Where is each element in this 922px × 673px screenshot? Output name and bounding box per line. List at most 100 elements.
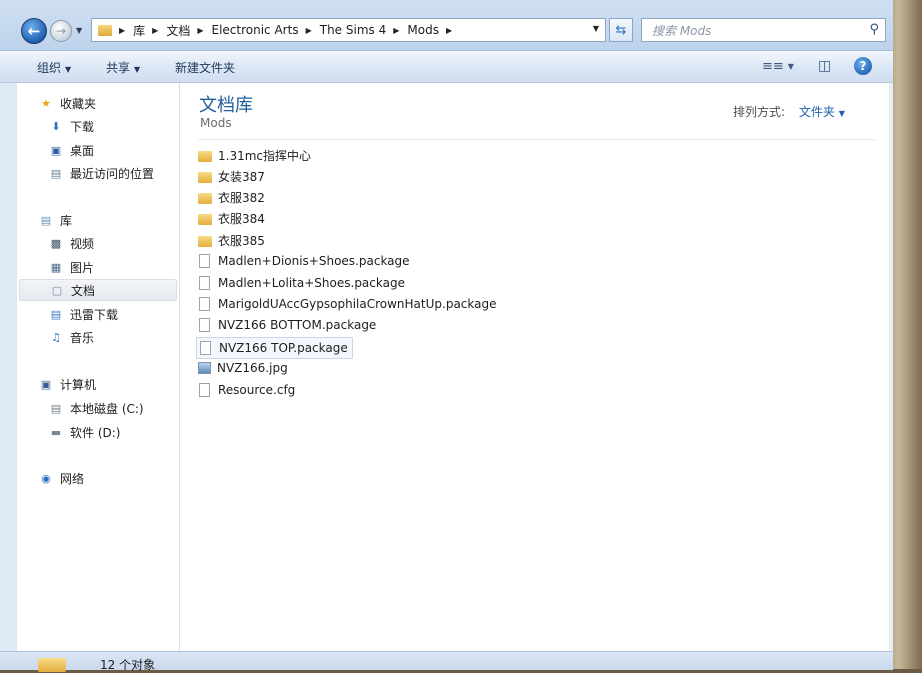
nav-documents[interactable]: ▢ 文档 xyxy=(19,279,177,301)
navigation-pane: ★ 收藏夹 ⬇ 下载 ▣ 桌面 ▤ 最近访问的位置 ▤ 库 ▩ 视频 ▦ 图片 ▢ 文档 ▤ 迅雷… xyxy=(17,83,180,651)
nav-label: 视频 xyxy=(70,236,95,251)
folder-icon xyxy=(98,24,112,36)
search-placeholder: 搜索 Mods xyxy=(652,23,712,38)
scrollbar[interactable] xyxy=(889,83,893,651)
download-icon: ▤ xyxy=(50,307,62,321)
recent-places-icon: ▤ xyxy=(50,166,62,180)
help-button[interactable]: ? xyxy=(854,57,872,75)
file-icon xyxy=(199,383,210,397)
breadcrumb-mods[interactable]: Mods xyxy=(407,23,439,37)
organize-menu[interactable]: 组织 ▼ xyxy=(37,59,71,76)
address-bar[interactable]: ▶ 库 ▶ 文档 ▶ Electronic Arts ▶ The Sims 4 … xyxy=(91,18,606,42)
address-history-dropdown[interactable]: ▼ xyxy=(593,24,599,33)
nav-computer[interactable]: ▣ 计算机 xyxy=(38,373,96,395)
list-item[interactable]: MarigoldUAccGypsophilaCrownHatUp.package xyxy=(198,294,500,314)
breadcrumb-electronic-arts[interactable]: Electronic Arts xyxy=(212,23,299,37)
list-item-selected[interactable]: NVZ166 TOP.package xyxy=(196,337,353,359)
video-icon: ▩ xyxy=(50,236,62,250)
desktop-icon: ▣ xyxy=(50,143,62,157)
file-icon xyxy=(200,341,211,355)
nav-label: 图片 xyxy=(70,260,95,275)
list-item[interactable]: 衣服382 xyxy=(198,187,269,207)
list-item[interactable]: 1.31mc指挥中心 xyxy=(198,145,315,165)
arrow-left-icon: ← xyxy=(27,22,41,40)
nav-label: 最近访问的位置 xyxy=(70,166,155,181)
list-item[interactable]: Madlen+Lolita+Shoes.package xyxy=(198,273,409,293)
breadcrumb-library[interactable]: 库 xyxy=(133,22,145,39)
hard-drive-icon: ▤ xyxy=(50,401,62,415)
nav-label: 音乐 xyxy=(70,330,95,345)
recent-pages-dropdown[interactable]: ▼ xyxy=(76,26,82,35)
nav-xunlei-downloads[interactable]: ▤ 迅雷下载 xyxy=(48,303,118,325)
chevron-right-icon[interactable]: ▶ xyxy=(152,26,158,35)
preview-pane-button[interactable]: ◫ xyxy=(818,57,831,75)
view-list-icon: ≡≡ xyxy=(762,58,784,74)
folder-icon xyxy=(198,213,212,225)
nav-disk-d[interactable]: ▬ 软件 (D:) xyxy=(48,421,121,443)
breadcrumb-documents[interactable]: 文档 xyxy=(166,22,190,39)
file-name: 衣服382 xyxy=(218,190,265,205)
nav-label: 桌面 xyxy=(70,143,95,158)
nav-recent-places[interactable]: ▤ 最近访问的位置 xyxy=(48,162,154,184)
back-button[interactable]: ← xyxy=(21,18,47,44)
file-name: Madlen+Dionis+Shoes.package xyxy=(218,254,410,268)
chevron-right-icon[interactable]: ▶ xyxy=(446,26,452,35)
nav-label: 迅雷下载 xyxy=(70,307,119,322)
chevron-down-icon: ▼ xyxy=(65,65,72,74)
list-item[interactable]: NVZ166 BOTTOM.package xyxy=(198,315,380,335)
search-icon[interactable]: ⚲ xyxy=(869,22,879,37)
forward-button[interactable]: → xyxy=(50,20,72,42)
nav-disk-c[interactable]: ▤ 本地磁盘 (C:) xyxy=(48,397,144,419)
list-item[interactable]: 衣服385 xyxy=(198,230,269,250)
nav-network[interactable]: ◉ 网络 xyxy=(38,467,84,489)
chevron-right-icon[interactable]: ▶ xyxy=(393,26,399,35)
file-name: 衣服384 xyxy=(218,211,265,226)
arrange-by-dropdown[interactable]: 文件夹 ▼ xyxy=(799,105,845,119)
folder-icon xyxy=(198,171,212,183)
new-folder-button[interactable]: 新建文件夹 xyxy=(175,59,235,76)
folder-icon xyxy=(198,192,212,204)
list-item[interactable]: NVZ166.jpg xyxy=(198,358,292,378)
download-folder-icon: ⬇ xyxy=(51,119,61,133)
folder-icon xyxy=(198,235,212,247)
refresh-button[interactable]: ⇆ xyxy=(609,18,633,42)
chevron-right-icon[interactable]: ▶ xyxy=(306,26,312,35)
item-count: 12 个对象 xyxy=(100,658,156,672)
search-input[interactable]: 搜索 Mods ⚲ xyxy=(641,18,886,42)
nav-music[interactable]: ♫ 音乐 xyxy=(48,326,94,348)
nav-label: 文档 xyxy=(71,283,96,298)
share-label: 共享 xyxy=(106,61,131,75)
view-options-button[interactable]: ≡≡ ▼ xyxy=(762,57,794,75)
nav-label: 软件 (D:) xyxy=(70,425,121,440)
chevron-down-icon: ▼ xyxy=(838,109,845,118)
share-menu[interactable]: 共享 ▼ xyxy=(106,59,140,76)
library-title: 文档库 xyxy=(199,95,253,116)
divider xyxy=(198,139,876,140)
list-item[interactable]: Madlen+Dionis+Shoes.package xyxy=(198,251,414,271)
nav-videos[interactable]: ▩ 视频 xyxy=(48,232,94,254)
nav-label: 网络 xyxy=(60,471,85,486)
breadcrumb-the-sims-4[interactable]: The Sims 4 xyxy=(320,23,386,37)
nav-pictures[interactable]: ▦ 图片 xyxy=(48,256,94,278)
document-icon: ▢ xyxy=(51,283,63,297)
list-item[interactable]: Resource.cfg xyxy=(198,380,299,400)
nav-desktop[interactable]: ▣ 桌面 xyxy=(48,139,94,161)
library-subtitle: Mods xyxy=(200,116,232,130)
nav-downloads[interactable]: ⬇ 下载 xyxy=(48,115,94,137)
arrange-by: 排列方式: 文件夹 ▼ xyxy=(733,103,845,120)
network-icon: ◉ xyxy=(41,471,51,485)
music-icon: ♫ xyxy=(51,330,61,344)
help-icon: ? xyxy=(859,59,867,73)
arrange-value: 文件夹 xyxy=(798,105,835,119)
chevron-right-icon[interactable]: ▶ xyxy=(197,26,203,35)
list-item[interactable]: 衣服384 xyxy=(198,208,269,228)
chevron-right-icon[interactable]: ▶ xyxy=(119,26,125,35)
list-item[interactable]: 女装387 xyxy=(198,166,269,186)
file-name: NVZ166.jpg xyxy=(217,361,288,375)
star-icon: ★ xyxy=(41,96,51,110)
file-name: MarigoldUAccGypsophilaCrownHatUp.package xyxy=(218,297,497,311)
hard-drive-icon: ▬ xyxy=(50,425,62,439)
nav-libraries[interactable]: ▤ 库 xyxy=(38,209,72,231)
nav-favorites[interactable]: ★ 收藏夹 xyxy=(38,92,96,114)
file-icon xyxy=(199,318,210,332)
